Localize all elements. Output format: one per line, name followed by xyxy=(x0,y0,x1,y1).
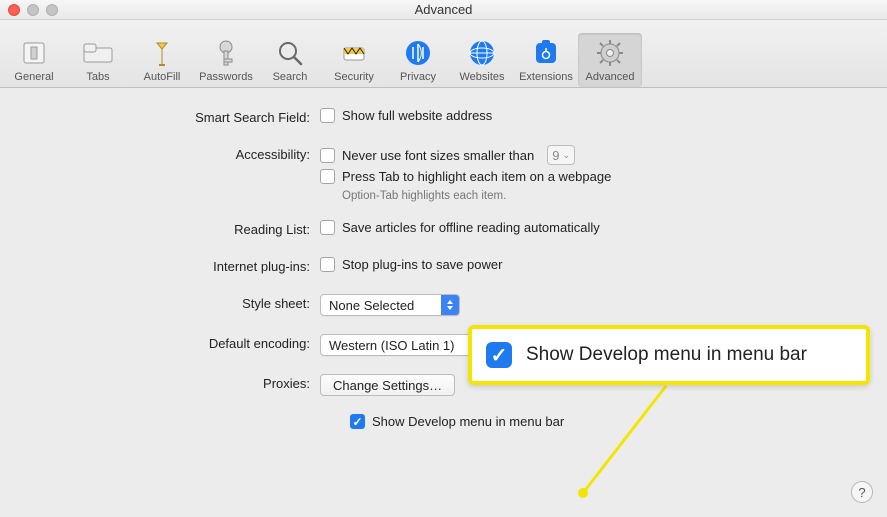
stop-plugins-checkbox[interactable]: Stop plug-ins to save power xyxy=(320,257,502,272)
change-settings-button[interactable]: Change Settings… xyxy=(320,374,455,396)
chevron-down-icon: ⌄ xyxy=(562,150,570,161)
security-icon xyxy=(322,35,386,71)
smart-search-label: Smart Search Field: xyxy=(20,108,320,125)
internet-plugins-label: Internet plug-ins: xyxy=(20,257,320,274)
reading-list-label: Reading List: xyxy=(20,220,320,237)
tab-tabs[interactable]: Tabs xyxy=(66,33,130,87)
tab-label: Advanced xyxy=(578,71,642,83)
style-sheet-label: Style sheet: xyxy=(20,294,320,311)
tab-autofill[interactable]: AutoFill xyxy=(130,33,194,87)
tab-label: Websites xyxy=(450,71,514,83)
min-font-size-select[interactable]: 9 ⌄ xyxy=(547,145,575,165)
never-use-small-fonts-checkbox[interactable]: Never use font sizes smaller than 9 ⌄ xyxy=(320,145,575,165)
annotation-callout: Show Develop menu in menu bar xyxy=(468,325,870,385)
tab-privacy[interactable]: Privacy xyxy=(386,33,450,87)
tab-passwords[interactable]: Passwords xyxy=(194,33,258,87)
updown-arrows-icon xyxy=(441,295,459,315)
general-icon xyxy=(2,35,66,71)
close-window-button[interactable] xyxy=(8,4,20,16)
tab-search[interactable]: Search xyxy=(258,33,322,87)
tab-advanced[interactable]: Advanced xyxy=(578,33,642,87)
tab-label: Passwords xyxy=(194,71,258,83)
tab-general[interactable]: General xyxy=(2,33,66,87)
tab-security[interactable]: Security xyxy=(322,33,386,87)
select-value: None Selected xyxy=(329,298,414,313)
checkbox-label: Show full website address xyxy=(342,108,492,123)
traffic-lights xyxy=(8,4,58,16)
select-value: Western (ISO Latin 1) xyxy=(329,338,454,353)
show-full-address-checkbox[interactable]: Show full website address xyxy=(320,108,492,123)
autofill-icon xyxy=(130,35,194,71)
tab-label: Search xyxy=(258,71,322,83)
help-icon: ? xyxy=(858,485,865,500)
checkbox-icon xyxy=(320,257,335,272)
checkbox-label: Show Develop menu in menu bar xyxy=(372,414,564,429)
tab-label: General xyxy=(2,71,66,83)
extensions-icon xyxy=(514,35,578,71)
checkbox-label: Stop plug-ins to save power xyxy=(342,257,502,272)
tab-label: Tabs xyxy=(66,71,130,83)
checkbox-label: Save articles for offline reading automa… xyxy=(342,220,600,235)
checkbox-icon xyxy=(320,169,335,184)
accessibility-label: Accessibility: xyxy=(20,145,320,162)
checkbox-label: Never use font sizes smaller than xyxy=(342,148,534,163)
tab-label: Extensions xyxy=(514,71,578,83)
checkbox-label: Press Tab to highlight each item on a we… xyxy=(342,169,611,184)
checkbox-icon xyxy=(320,108,335,123)
proxies-label: Proxies: xyxy=(20,374,320,391)
tab-extensions[interactable]: Extensions xyxy=(514,33,578,87)
default-encoding-label: Default encoding: xyxy=(20,334,320,351)
settings-panel: Smart Search Field: Show full website ad… xyxy=(0,88,887,451)
checkbox-icon xyxy=(320,220,335,235)
window-titlebar: Advanced xyxy=(0,0,887,20)
accessibility-hint: Option-Tab highlights each item. xyxy=(342,190,506,202)
press-tab-highlight-checkbox[interactable]: Press Tab to highlight each item on a we… xyxy=(320,169,611,184)
save-offline-checkbox[interactable]: Save articles for offline reading automa… xyxy=(320,220,600,235)
privacy-icon xyxy=(386,35,450,71)
empty-label xyxy=(20,414,320,416)
search-icon xyxy=(258,35,322,71)
checkbox-icon xyxy=(320,148,335,163)
tab-label: Privacy xyxy=(386,71,450,83)
checkbox-icon xyxy=(350,414,365,429)
show-develop-menu-checkbox[interactable]: Show Develop menu in menu bar xyxy=(350,414,564,429)
checkbox-checked-icon xyxy=(486,342,512,368)
help-button[interactable]: ? xyxy=(851,481,873,503)
tab-label: AutoFill xyxy=(130,71,194,83)
preferences-toolbar: General Tabs AutoFill Passwords Search S… xyxy=(0,20,887,88)
style-sheet-select[interactable]: None Selected xyxy=(320,294,460,316)
tab-websites[interactable]: Websites xyxy=(450,33,514,87)
tabs-icon xyxy=(66,35,130,71)
window-title: Advanced xyxy=(415,2,473,17)
button-label: Change Settings… xyxy=(333,378,442,393)
websites-icon xyxy=(450,35,514,71)
zoom-window-button[interactable] xyxy=(46,4,58,16)
minimize-window-button[interactable] xyxy=(27,4,39,16)
tab-label: Security xyxy=(322,71,386,83)
callout-text: Show Develop menu in menu bar xyxy=(526,344,807,366)
advanced-icon xyxy=(578,35,642,71)
select-value: 9 xyxy=(552,148,559,163)
passwords-icon xyxy=(194,35,258,71)
